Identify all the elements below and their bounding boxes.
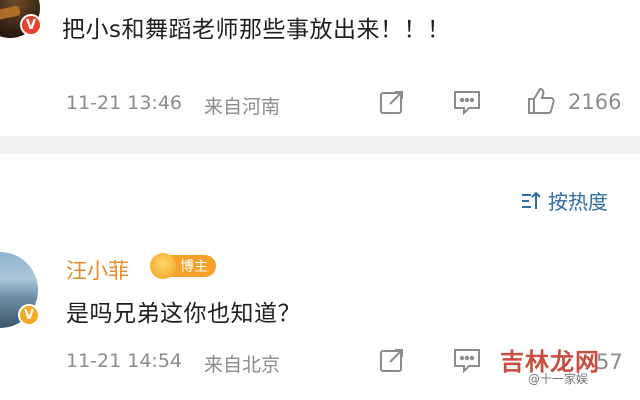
verified-badge-icon: V bbox=[20, 14, 42, 36]
like-icon[interactable] bbox=[526, 86, 556, 116]
sort-icon bbox=[520, 190, 542, 212]
sort-button[interactable]: 按热度 bbox=[520, 186, 608, 215]
verified-badge-icon: V bbox=[18, 304, 40, 326]
watermark-credit: @十一家娱 bbox=[528, 372, 589, 386]
comment-icon[interactable] bbox=[452, 346, 482, 374]
share-icon[interactable] bbox=[378, 346, 406, 374]
avatar-decoration bbox=[0, 5, 21, 21]
comment-location: 来自河南 bbox=[204, 96, 281, 118]
like-count: 2166 bbox=[568, 90, 622, 114]
comment-text: 是吗兄弟这你也知道？ bbox=[66, 301, 301, 327]
blogger-badge: 博主 bbox=[150, 253, 216, 279]
crown-icon bbox=[150, 253, 176, 279]
comment-location: 来自北京 bbox=[204, 354, 281, 376]
comment-icon[interactable] bbox=[452, 88, 482, 116]
comment-time: 11-21 14:54 bbox=[66, 350, 183, 372]
comment-time: 11-21 13:46 bbox=[66, 92, 183, 114]
like-count: 57 bbox=[596, 350, 623, 374]
section-divider bbox=[0, 136, 640, 154]
sort-label: 按热度 bbox=[548, 190, 608, 214]
comment-text: 把小s和舞蹈老师那些事放出来！！！ bbox=[62, 17, 451, 43]
share-icon[interactable] bbox=[378, 88, 406, 116]
username[interactable]: 汪小菲 bbox=[66, 255, 129, 285]
